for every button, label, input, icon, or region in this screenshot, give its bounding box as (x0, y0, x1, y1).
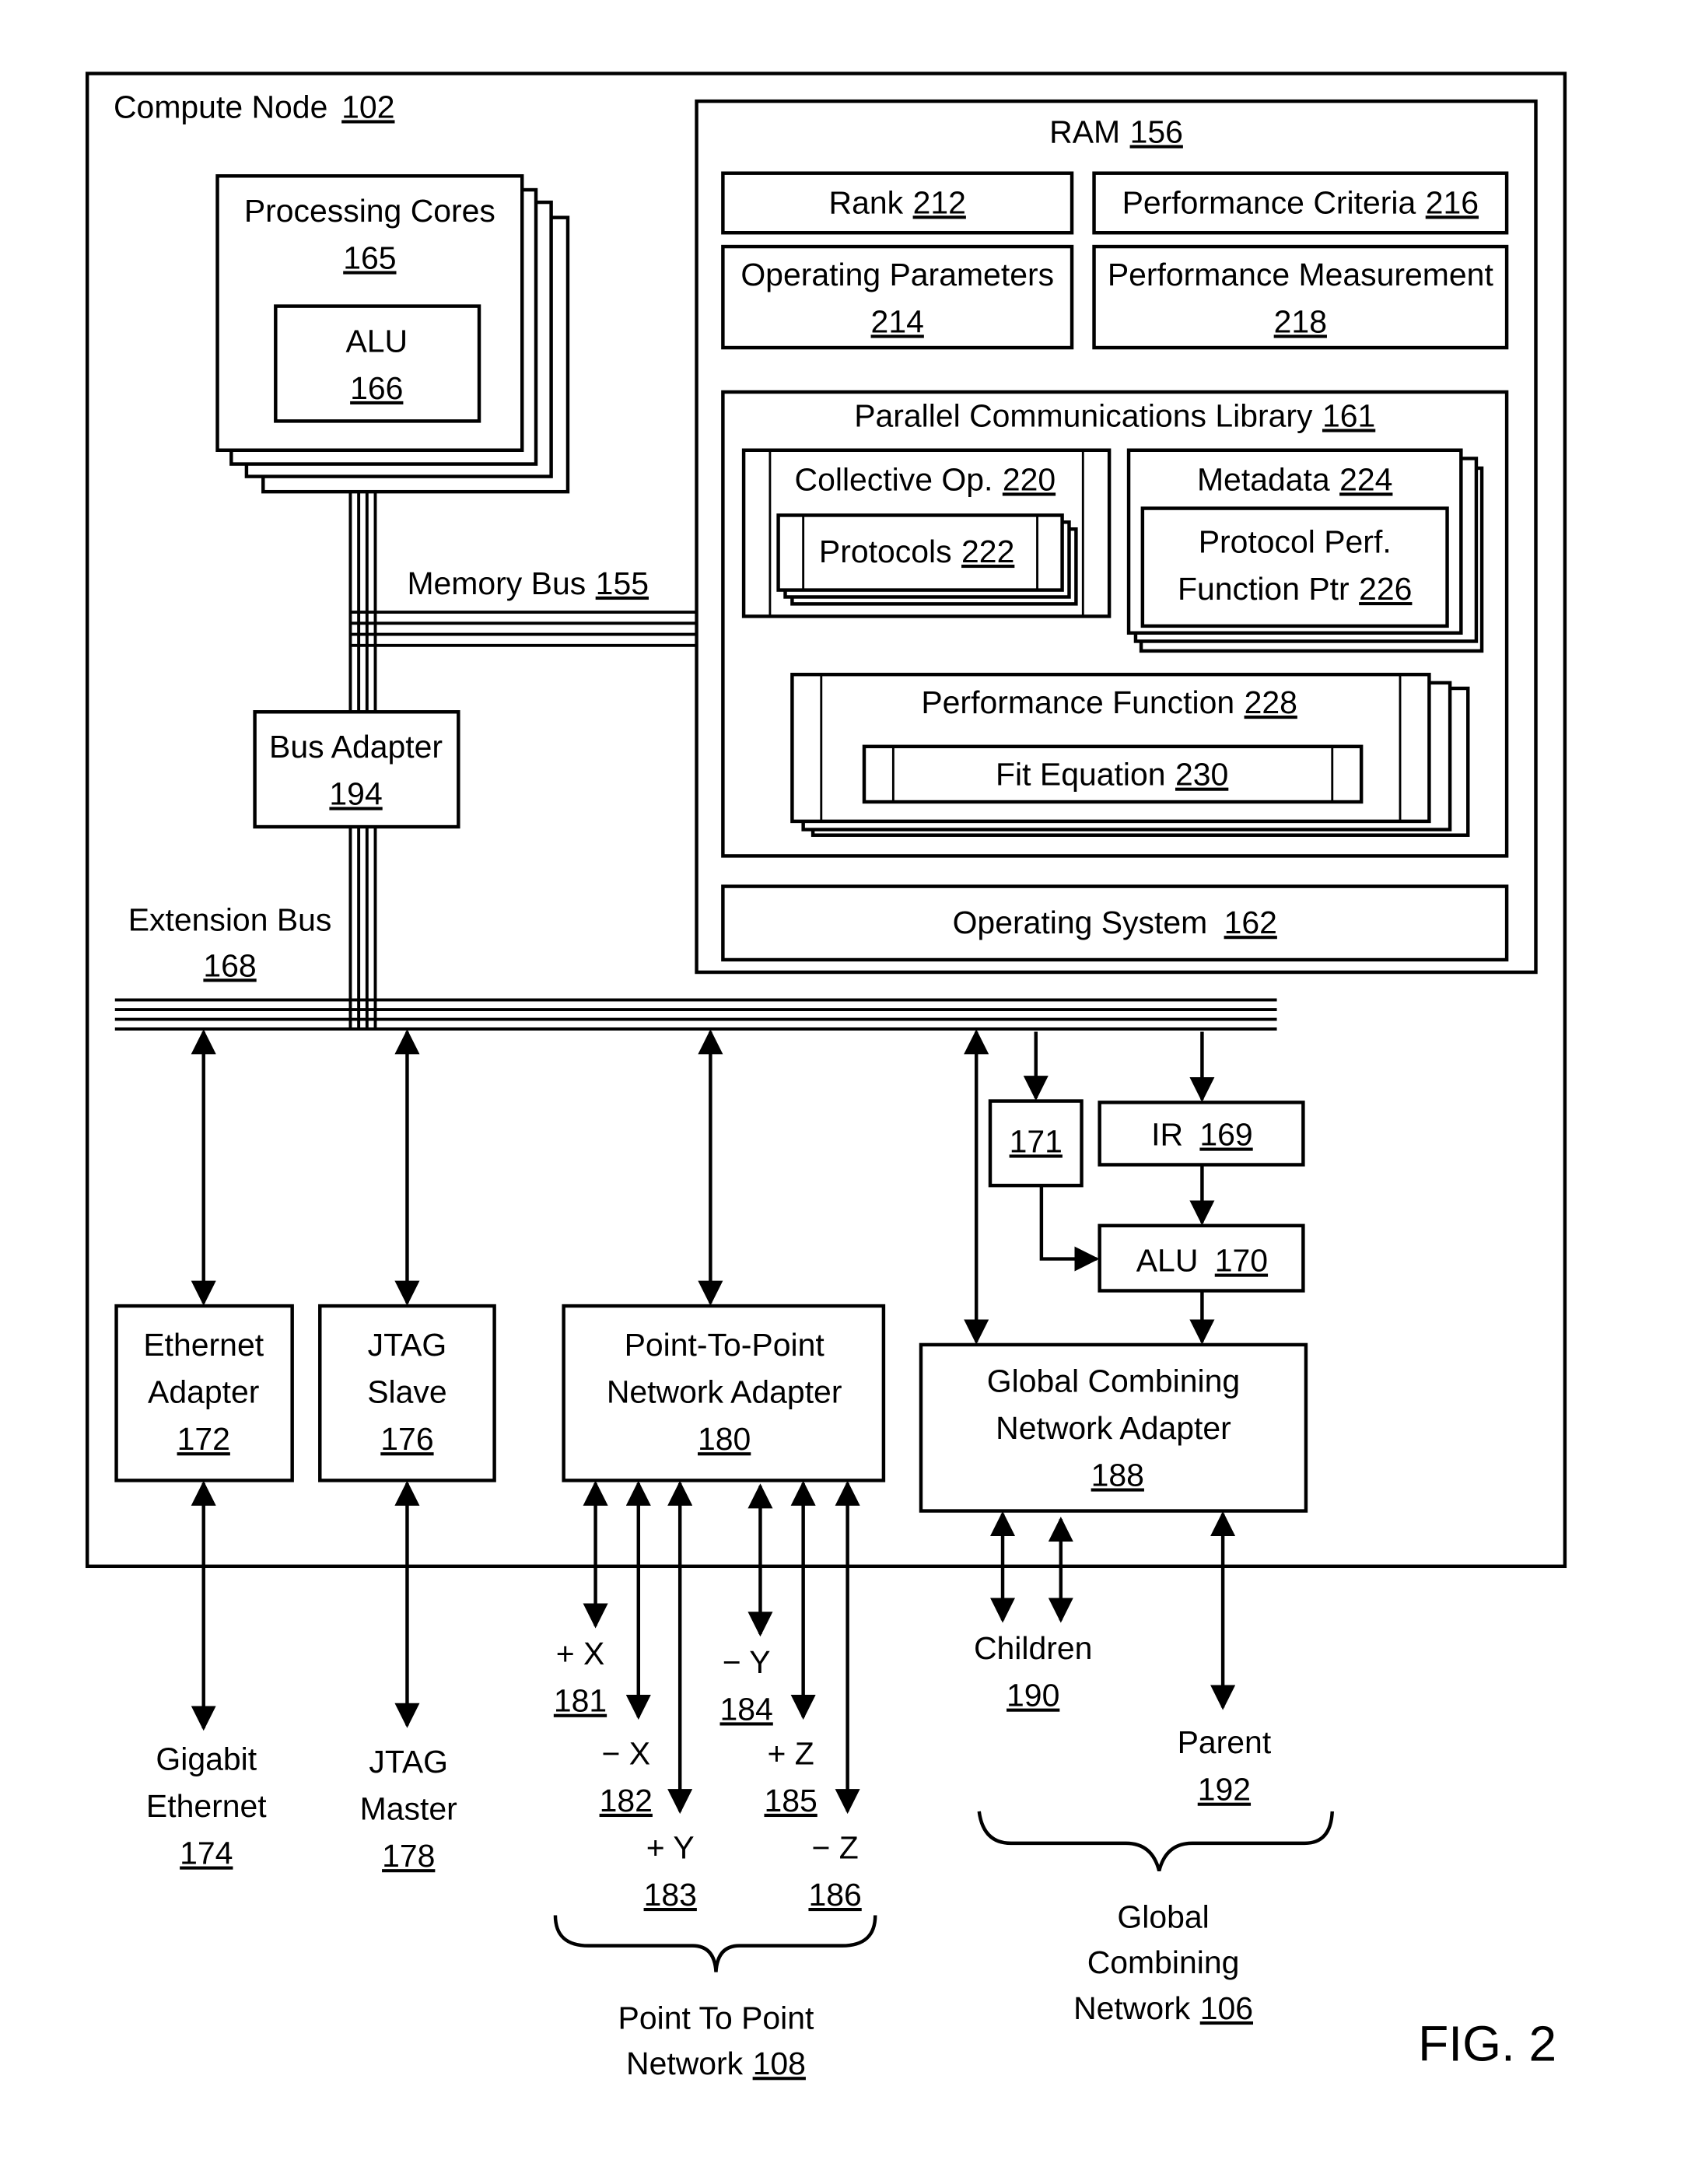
link-ref: 182 (600, 1783, 653, 1818)
compute-node-label: Compute Node 102 (114, 89, 394, 124)
jtag-slave-line1: JTAG (368, 1327, 447, 1363)
parent-ref: 192 (1198, 1772, 1251, 1808)
performance-function: Performance Function 228 Fit Equation 230 (790, 672, 1470, 837)
link-label: + Z (767, 1735, 814, 1771)
parent-label: Parent (1178, 1724, 1272, 1760)
operating-parameters-ref: 214 (871, 303, 924, 339)
p2p-adapter-line1: Point-To-Point (625, 1327, 825, 1363)
core-alu-ref: 166 (350, 370, 403, 406)
link-label: − X (601, 1735, 650, 1771)
protocol-perf-ptr-line1: Protocol Perf. (1199, 524, 1392, 560)
operating-system-label: Operating System 162 (953, 905, 1277, 940)
link-ref: 181 (554, 1683, 607, 1719)
link-ref: 185 (764, 1783, 817, 1818)
p2p-network-line2: Network 108 (626, 2046, 806, 2081)
bus-adapter-label: Bus Adapter (269, 729, 443, 765)
ethernet-adapter-line2: Adapter (148, 1374, 259, 1410)
core-alu-label: ALU (345, 323, 408, 359)
jtag-slave-line2: Slave (367, 1374, 446, 1410)
ethernet-adapter-line1: Ethernet (143, 1327, 264, 1363)
link-label: − Y (723, 1644, 771, 1680)
pcl-label: Parallel Communications Library 161 (854, 398, 1375, 434)
protocols-label: Protocols 222 (819, 534, 1014, 569)
alu-170-box (1098, 1223, 1305, 1293)
gigabit-ethernet-ref: 174 (180, 1836, 233, 1871)
p2p-adapter-ref: 180 (698, 1421, 751, 1457)
gcn-network-line2: Combining (1087, 1944, 1240, 1980)
operating-parameters-label: Operating Parameters (740, 257, 1054, 292)
rank-label: Rank 212 (829, 184, 966, 220)
collective-op-label: Collective Op. 220 (795, 461, 1056, 497)
processing-cores: Processing Cores 165 ALU 166 (215, 174, 570, 494)
link-label: − Z (811, 1829, 858, 1865)
processing-cores-label: Processing Cores (244, 193, 495, 229)
protocol-perf-ptr-line2: Function Ptr 226 (1178, 571, 1412, 607)
ram-block: RAM 156 Rank 212 Performance Criteria 216 O… (695, 99, 1538, 975)
memory-bus-label: Memory Bus 155 (407, 565, 649, 601)
gcn-network-brace (977, 1811, 1334, 1872)
bus-adapter-ref: 194 (329, 776, 382, 812)
gigabit-ethernet-line2: Ethernet (146, 1788, 267, 1824)
link-label: + Y (646, 1829, 695, 1865)
link-label: + X (556, 1636, 605, 1671)
fit-equation-label: Fit Equation 230 (996, 757, 1228, 793)
link-ref: 183 (644, 1877, 697, 1913)
gcn-adapter-ref: 188 (1091, 1458, 1144, 1493)
box-171-ref: 171 (1010, 1123, 1063, 1159)
ir-label: IR 169 (1151, 1117, 1253, 1153)
ram-label: RAM 156 (1049, 114, 1183, 150)
processing-cores-ref: 165 (343, 240, 396, 276)
p2p-network-line1: Point To Point (618, 2000, 814, 2035)
gigabit-ethernet-line1: Gigabit (156, 1741, 257, 1777)
jtag-slave-ref: 176 (380, 1421, 433, 1457)
children-label: Children (974, 1630, 1092, 1666)
gcn-adapter-line2: Network Adapter (996, 1410, 1231, 1446)
metadata: Metadata 224 Protocol Perf. Function Ptr 2… (1126, 448, 1484, 653)
extension-bus-ref: 168 (203, 947, 256, 983)
p2p-adapter-line2: Network Adapter (607, 1374, 842, 1410)
performance-measurement-ref: 218 (1274, 303, 1327, 339)
link-ref: 184 (719, 1691, 772, 1727)
performance-measurement-label: Performance Measurement (1108, 257, 1494, 292)
link-ref: 186 (808, 1877, 861, 1913)
extension-bus-label: Extension Bus (128, 902, 332, 938)
metadata-label: Metadata 224 (1197, 461, 1392, 497)
figure-label: FIG. 2 (1418, 2015, 1556, 2071)
ethernet-adapter-ref: 172 (177, 1421, 230, 1457)
p2p-link-labels: + X 181 − X 182 + Y 183 − Y 184 + Z 185 … (554, 1636, 862, 1913)
patent-diagram: Compute Node 102 Processing Cores 165 ALU… (85, 72, 1567, 2081)
p2p-network-brace (553, 1915, 877, 1972)
jtag-master-ref: 178 (382, 1838, 435, 1874)
jtag-master-line2: Master (360, 1791, 457, 1827)
jtag-master-line1: JTAG (369, 1744, 448, 1780)
gcn-network-line1: Global (1117, 1899, 1209, 1934)
gcn-adapter-line1: Global Combining (987, 1363, 1240, 1398)
performance-criteria-label: Performance Criteria 216 (1122, 184, 1479, 220)
gcn-network-line3: Network 106 (1073, 1990, 1253, 2026)
children-ref: 190 (1007, 1678, 1059, 1713)
collective-op: Collective Op. 220 Protocols 222 (741, 448, 1112, 618)
